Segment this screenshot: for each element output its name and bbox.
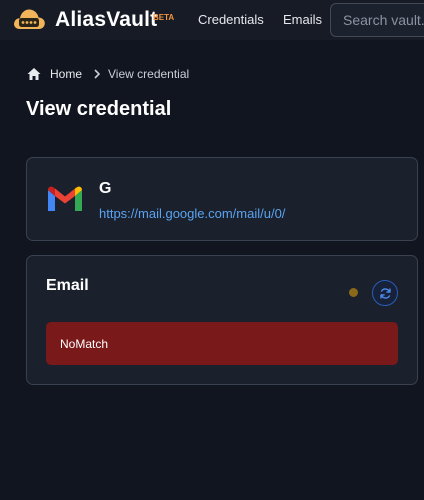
email-card: Email NoMatch	[26, 255, 418, 385]
beta-badge: BETA	[153, 13, 175, 22]
page-title: View credential	[26, 98, 172, 120]
breadcrumb-current: View credential	[108, 67, 190, 81]
service-url-link[interactable]: https://mail.google.com/mail/u/0/	[99, 206, 285, 221]
refresh-button[interactable]	[372, 280, 398, 306]
nomatch-alert: NoMatch	[46, 322, 398, 365]
service-name: G	[99, 180, 112, 197]
nav-credentials-link[interactable]: Credentials	[198, 12, 264, 27]
email-section-title: Email	[46, 277, 89, 294]
search-input[interactable]	[330, 3, 424, 37]
status-indicator	[349, 288, 358, 297]
home-icon	[27, 68, 41, 80]
breadcrumb: Home View credential	[27, 66, 189, 82]
top-navigation-bar: AliasVault BETA Credentials Emails	[0, 0, 424, 40]
credential-header-card: G https://mail.google.com/mail/u/0/	[26, 157, 418, 241]
aliasvault-logo-icon[interactable]	[12, 5, 46, 33]
chevron-right-icon	[94, 69, 101, 79]
nav-emails-link[interactable]: Emails	[283, 12, 322, 27]
gmail-icon	[48, 186, 82, 211]
breadcrumb-home-link[interactable]: Home	[50, 67, 82, 81]
brand-name[interactable]: AliasVault	[55, 8, 157, 32]
refresh-icon	[379, 287, 391, 299]
